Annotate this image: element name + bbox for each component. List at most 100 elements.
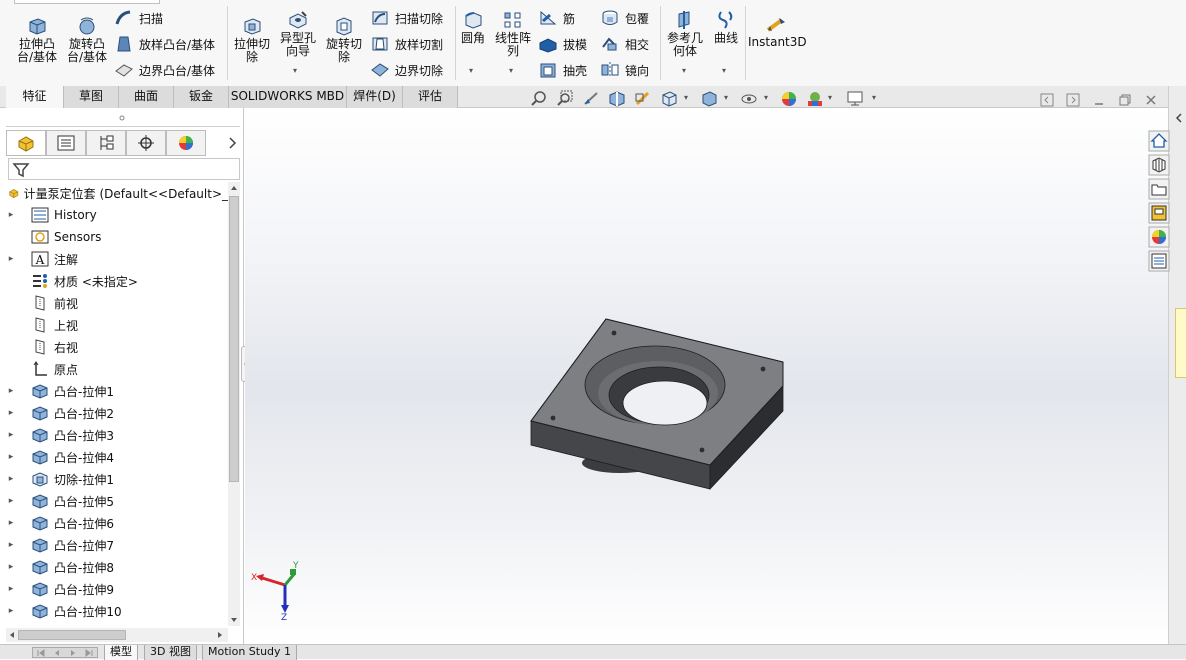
panel-grip[interactable] <box>116 112 128 124</box>
expand-arrow-icon[interactable]: ▸ <box>6 584 16 594</box>
tab-model[interactable]: 模型 <box>104 645 138 660</box>
apply-scene-dropdown[interactable]: ▾ <box>828 93 832 102</box>
expand-arrow-icon[interactable]: ▸ <box>6 254 16 264</box>
view-orientation-icon[interactable] <box>660 90 678 107</box>
design-library-icon[interactable] <box>1148 154 1170 176</box>
tree-item[interactable]: ▸ 凸台-拉伸4 <box>0 446 228 468</box>
tab-display-manager[interactable] <box>166 130 206 156</box>
tree-item[interactable]: 材质 <未指定> <box>0 270 228 292</box>
previous-tab-icon[interactable] <box>52 649 62 657</box>
expand-arrow-icon[interactable]: ▸ <box>6 606 16 616</box>
tab-3d-views[interactable]: 3D 视图 <box>144 645 197 660</box>
reference-geometry-button[interactable]: 参考几 何体 <box>664 10 706 58</box>
tree-root[interactable]: 计量泵定位套 (Default<<Default>_ <box>0 182 228 204</box>
expand-arrow-icon[interactable]: ▸ <box>6 540 16 550</box>
shell-button[interactable]: 抽壳 <box>538 60 587 80</box>
extrude-boss-button[interactable]: 拉伸凸 台/基体 <box>14 16 60 64</box>
tab-surfaces[interactable]: 曲面 <box>119 86 174 108</box>
mirror-button[interactable]: 镜向 <box>600 60 649 80</box>
dynamic-annotation-icon[interactable] <box>634 90 652 107</box>
expand-arrow-icon[interactable]: ▸ <box>6 386 16 396</box>
tree-item[interactable]: ▸ 凸台-拉伸7 <box>0 534 228 556</box>
tree-vertical-scrollbar[interactable] <box>228 182 240 626</box>
expand-arrow-icon[interactable]: ▸ <box>6 452 16 462</box>
expand-arrow-icon[interactable]: ▸ <box>6 474 16 484</box>
tree-item[interactable]: ▸ A 注解 <box>0 248 228 270</box>
hide-show-dropdown[interactable]: ▾ <box>764 93 768 102</box>
tree-item[interactable]: 上视 <box>0 314 228 336</box>
curves-dropdown[interactable]: ▾ <box>722 66 726 75</box>
scroll-right-icon[interactable] <box>216 631 224 639</box>
expand-arrow-icon[interactable]: ▸ <box>6 408 16 418</box>
edit-appearance-icon[interactable] <box>780 90 798 107</box>
hide-show-items-icon[interactable] <box>740 90 758 107</box>
section-view-icon[interactable] <box>608 90 626 107</box>
extrude-cut-button[interactable]: 拉伸切 除 <box>230 16 274 64</box>
view-palette-icon[interactable] <box>1148 202 1170 224</box>
linear-pattern-button[interactable]: 线性阵 列 <box>492 10 534 58</box>
curves-button[interactable]: 曲线 <box>710 10 742 45</box>
next-tab-icon[interactable] <box>68 649 78 657</box>
scroll-down-icon[interactable] <box>230 616 238 624</box>
restore-icon[interactable] <box>1118 93 1132 107</box>
hole-wizard-dropdown[interactable]: ▾ <box>293 66 297 75</box>
tree-horizontal-scrollbar[interactable] <box>6 628 228 642</box>
scroll-left-icon[interactable] <box>8 631 16 639</box>
zoom-to-area-icon[interactable] <box>556 90 574 107</box>
tree-item[interactable]: ▸ 切除-拉伸1 <box>0 468 228 490</box>
first-tab-icon[interactable] <box>36 649 46 657</box>
intersect-button[interactable]: 相交 <box>600 34 649 54</box>
tree-item[interactable]: ▸ 凸台-拉伸9 <box>0 578 228 600</box>
tree-filter-box[interactable] <box>8 158 240 180</box>
tab-evaluate[interactable]: 评估 <box>403 86 458 108</box>
tab-sketch[interactable]: 草图 <box>64 86 119 108</box>
graphics-area[interactable]: X Y Z <box>245 108 1168 644</box>
task-pane-collapse-icon[interactable] <box>1174 112 1184 124</box>
loft-boss-button[interactable]: 放样凸台/基体 <box>114 34 215 54</box>
wrap-button[interactable]: 包覆 <box>600 8 649 28</box>
display-style-icon[interactable] <box>700 90 718 107</box>
tree-item[interactable]: ▸ 凸台-拉伸5 <box>0 490 228 512</box>
view-settings-dropdown[interactable]: ▾ <box>872 93 876 102</box>
boundary-boss-button[interactable]: 边界凸台/基体 <box>114 60 215 80</box>
tree-item[interactable]: ▸ 凸台-拉伸6 <box>0 512 228 534</box>
previous-view-icon[interactable] <box>582 90 600 107</box>
revolve-boss-button[interactable]: 旋转凸 台/基体 <box>64 16 110 64</box>
reference-geometry-dropdown[interactable]: ▾ <box>682 66 686 75</box>
boundary-cut-button[interactable]: 边界切除 <box>370 60 443 80</box>
file-explorer-icon[interactable] <box>1148 178 1170 200</box>
close-icon[interactable] <box>1144 93 1158 107</box>
tab-dimxpert-manager[interactable] <box>126 130 166 156</box>
lofted-cut-button[interactable]: 放样切割 <box>370 34 443 54</box>
display-style-dropdown[interactable]: ▾ <box>724 93 728 102</box>
view-orientation-dropdown[interactable]: ▾ <box>684 93 688 102</box>
tree-item[interactable]: 右视 <box>0 336 228 358</box>
tab-feature-manager[interactable] <box>6 130 46 156</box>
tab-navigation-buttons[interactable] <box>32 647 98 658</box>
tab-property-manager[interactable] <box>46 130 86 156</box>
tree-item[interactable]: Sensors <box>0 226 228 248</box>
tab-configuration-manager[interactable] <box>86 130 126 156</box>
linear-pattern-dropdown[interactable]: ▾ <box>509 66 513 75</box>
sweep-button[interactable]: 扫描 <box>114 8 163 28</box>
custom-properties-icon[interactable] <box>1148 250 1170 272</box>
tree-item[interactable]: ▸ History <box>0 204 228 226</box>
tile-left-icon[interactable] <box>1040 93 1054 107</box>
view-settings-icon[interactable] <box>846 90 864 107</box>
tree-item[interactable]: ▸ 凸台-拉伸8 <box>0 556 228 578</box>
scroll-up-icon[interactable] <box>230 184 238 192</box>
fillet-dropdown[interactable]: ▾ <box>469 66 473 75</box>
revolve-cut-button[interactable]: 旋转切 除 <box>322 16 366 64</box>
draft-button[interactable]: 拔模 <box>538 34 587 54</box>
tree-item[interactable]: 原点 <box>0 358 228 380</box>
panel-expand-arrow-icon[interactable] <box>226 136 238 150</box>
last-tab-icon[interactable] <box>84 649 94 657</box>
tab-features[interactable]: 特征 <box>6 86 64 108</box>
expand-arrow-icon[interactable]: ▸ <box>6 210 16 220</box>
expand-arrow-icon[interactable]: ▸ <box>6 496 16 506</box>
tree-item[interactable]: 前视 <box>0 292 228 314</box>
tile-right-icon[interactable] <box>1066 93 1080 107</box>
tab-weldments[interactable]: 焊件(D) <box>347 86 403 108</box>
tree-item[interactable]: ▸ 凸台-拉伸2 <box>0 402 228 424</box>
expand-arrow-icon[interactable]: ▸ <box>6 562 16 572</box>
